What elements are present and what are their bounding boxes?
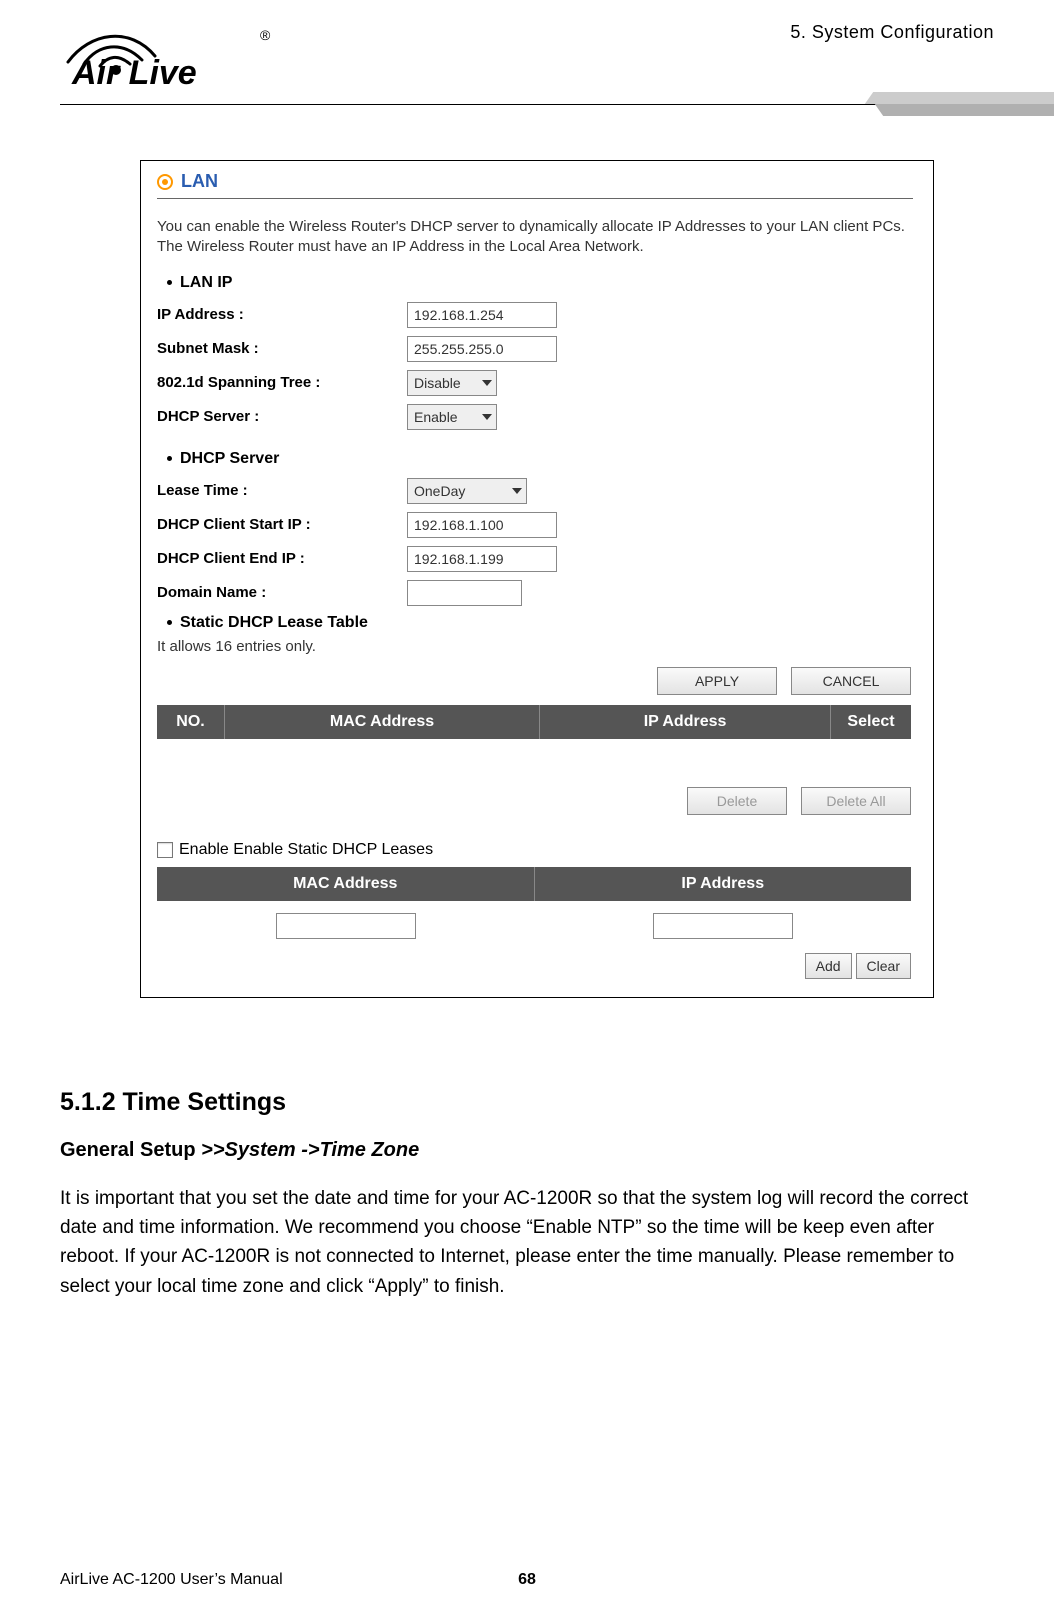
static-lease-note: It allows 16 entries only. [141, 638, 933, 663]
clear-button[interactable]: Clear [856, 953, 911, 979]
domain-name-label: Domain Name : [157, 584, 407, 601]
footer-page-number: 68 [518, 1571, 536, 1589]
col-select: Select [831, 705, 911, 739]
footer-manual-name: AirLive AC-1200 User’s Manual [60, 1571, 283, 1589]
section-heading: 5.1.2 Time Settings [60, 1088, 994, 1117]
airlive-logo: Air Live ® [60, 20, 280, 90]
lease-time-label: Lease Time : [157, 482, 407, 499]
mac-address-input[interactable] [276, 913, 416, 939]
chevron-down-icon [482, 380, 492, 386]
col-mac2: MAC Address [157, 867, 535, 901]
header-divider [60, 100, 994, 130]
enable-static-dhcp-checkbox[interactable] [157, 842, 173, 858]
col-ip2: IP Address [535, 867, 912, 901]
static-lease-heading: Static DHCP Lease Table [141, 610, 933, 638]
domain-name-input[interactable] [407, 580, 522, 606]
lan-intro-text: You can enable the Wireless Router's DHC… [141, 209, 933, 272]
chevron-down-icon [482, 414, 492, 420]
col-ip: IP Address [540, 705, 831, 739]
cancel-button[interactable]: CANCEL [791, 667, 911, 695]
header-arrow-icon [854, 92, 1054, 118]
section-subheading: General Setup >>System ->Time Zone [60, 1139, 994, 1162]
section-paragraph: It is important that you set the date an… [60, 1184, 994, 1302]
chapter-title: 5. System Configuration [790, 20, 994, 43]
lan-config-screenshot: LAN You can enable the Wireless Router's… [140, 160, 934, 998]
radio-selected-icon [157, 174, 173, 190]
static-lease-table-header: NO. MAC Address IP Address Select [157, 705, 911, 739]
dhcp-start-ip-label: DHCP Client Start IP : [157, 516, 407, 533]
chevron-down-icon [512, 488, 522, 494]
subnet-mask-label: Subnet Mask : [157, 340, 407, 357]
dhcp-start-ip-input[interactable]: 192.168.1.100 [407, 512, 557, 538]
dhcp-end-ip-input[interactable]: 192.168.1.199 [407, 546, 557, 572]
delete-all-button[interactable]: Delete All [801, 787, 911, 815]
svg-text:®: ® [260, 27, 271, 43]
dhcp-end-ip-label: DHCP Client End IP : [157, 550, 407, 567]
dhcp-server-select[interactable]: Enable [407, 404, 497, 430]
add-lease-table-header: MAC Address IP Address [157, 867, 911, 901]
subnet-mask-input[interactable]: 255.255.255.0 [407, 336, 557, 362]
lan-section-title: LAN [181, 171, 218, 192]
delete-button[interactable]: Delete [687, 787, 787, 815]
spanning-tree-label: 802.1d Spanning Tree : [157, 374, 407, 391]
dhcp-server-label: DHCP Server : [157, 408, 407, 425]
lease-time-select[interactable]: OneDay [407, 478, 527, 504]
ip-address-input[interactable]: 192.168.1.254 [407, 302, 557, 328]
ip-address-input-2[interactable] [653, 913, 793, 939]
enable-static-dhcp-label: Enable Enable Static DHCP Leases [179, 841, 433, 859]
col-mac: MAC Address [225, 705, 540, 739]
spanning-tree-select[interactable]: Disable [407, 370, 497, 396]
ip-address-label: IP Address : [157, 306, 407, 323]
svg-text:Air Live: Air Live [71, 54, 197, 90]
dhcp-server-heading: DHCP Server [141, 448, 933, 474]
apply-button[interactable]: APPLY [657, 667, 777, 695]
add-button[interactable]: Add [805, 953, 852, 979]
col-no: NO. [157, 705, 225, 739]
lan-ip-heading: LAN IP [141, 272, 933, 298]
